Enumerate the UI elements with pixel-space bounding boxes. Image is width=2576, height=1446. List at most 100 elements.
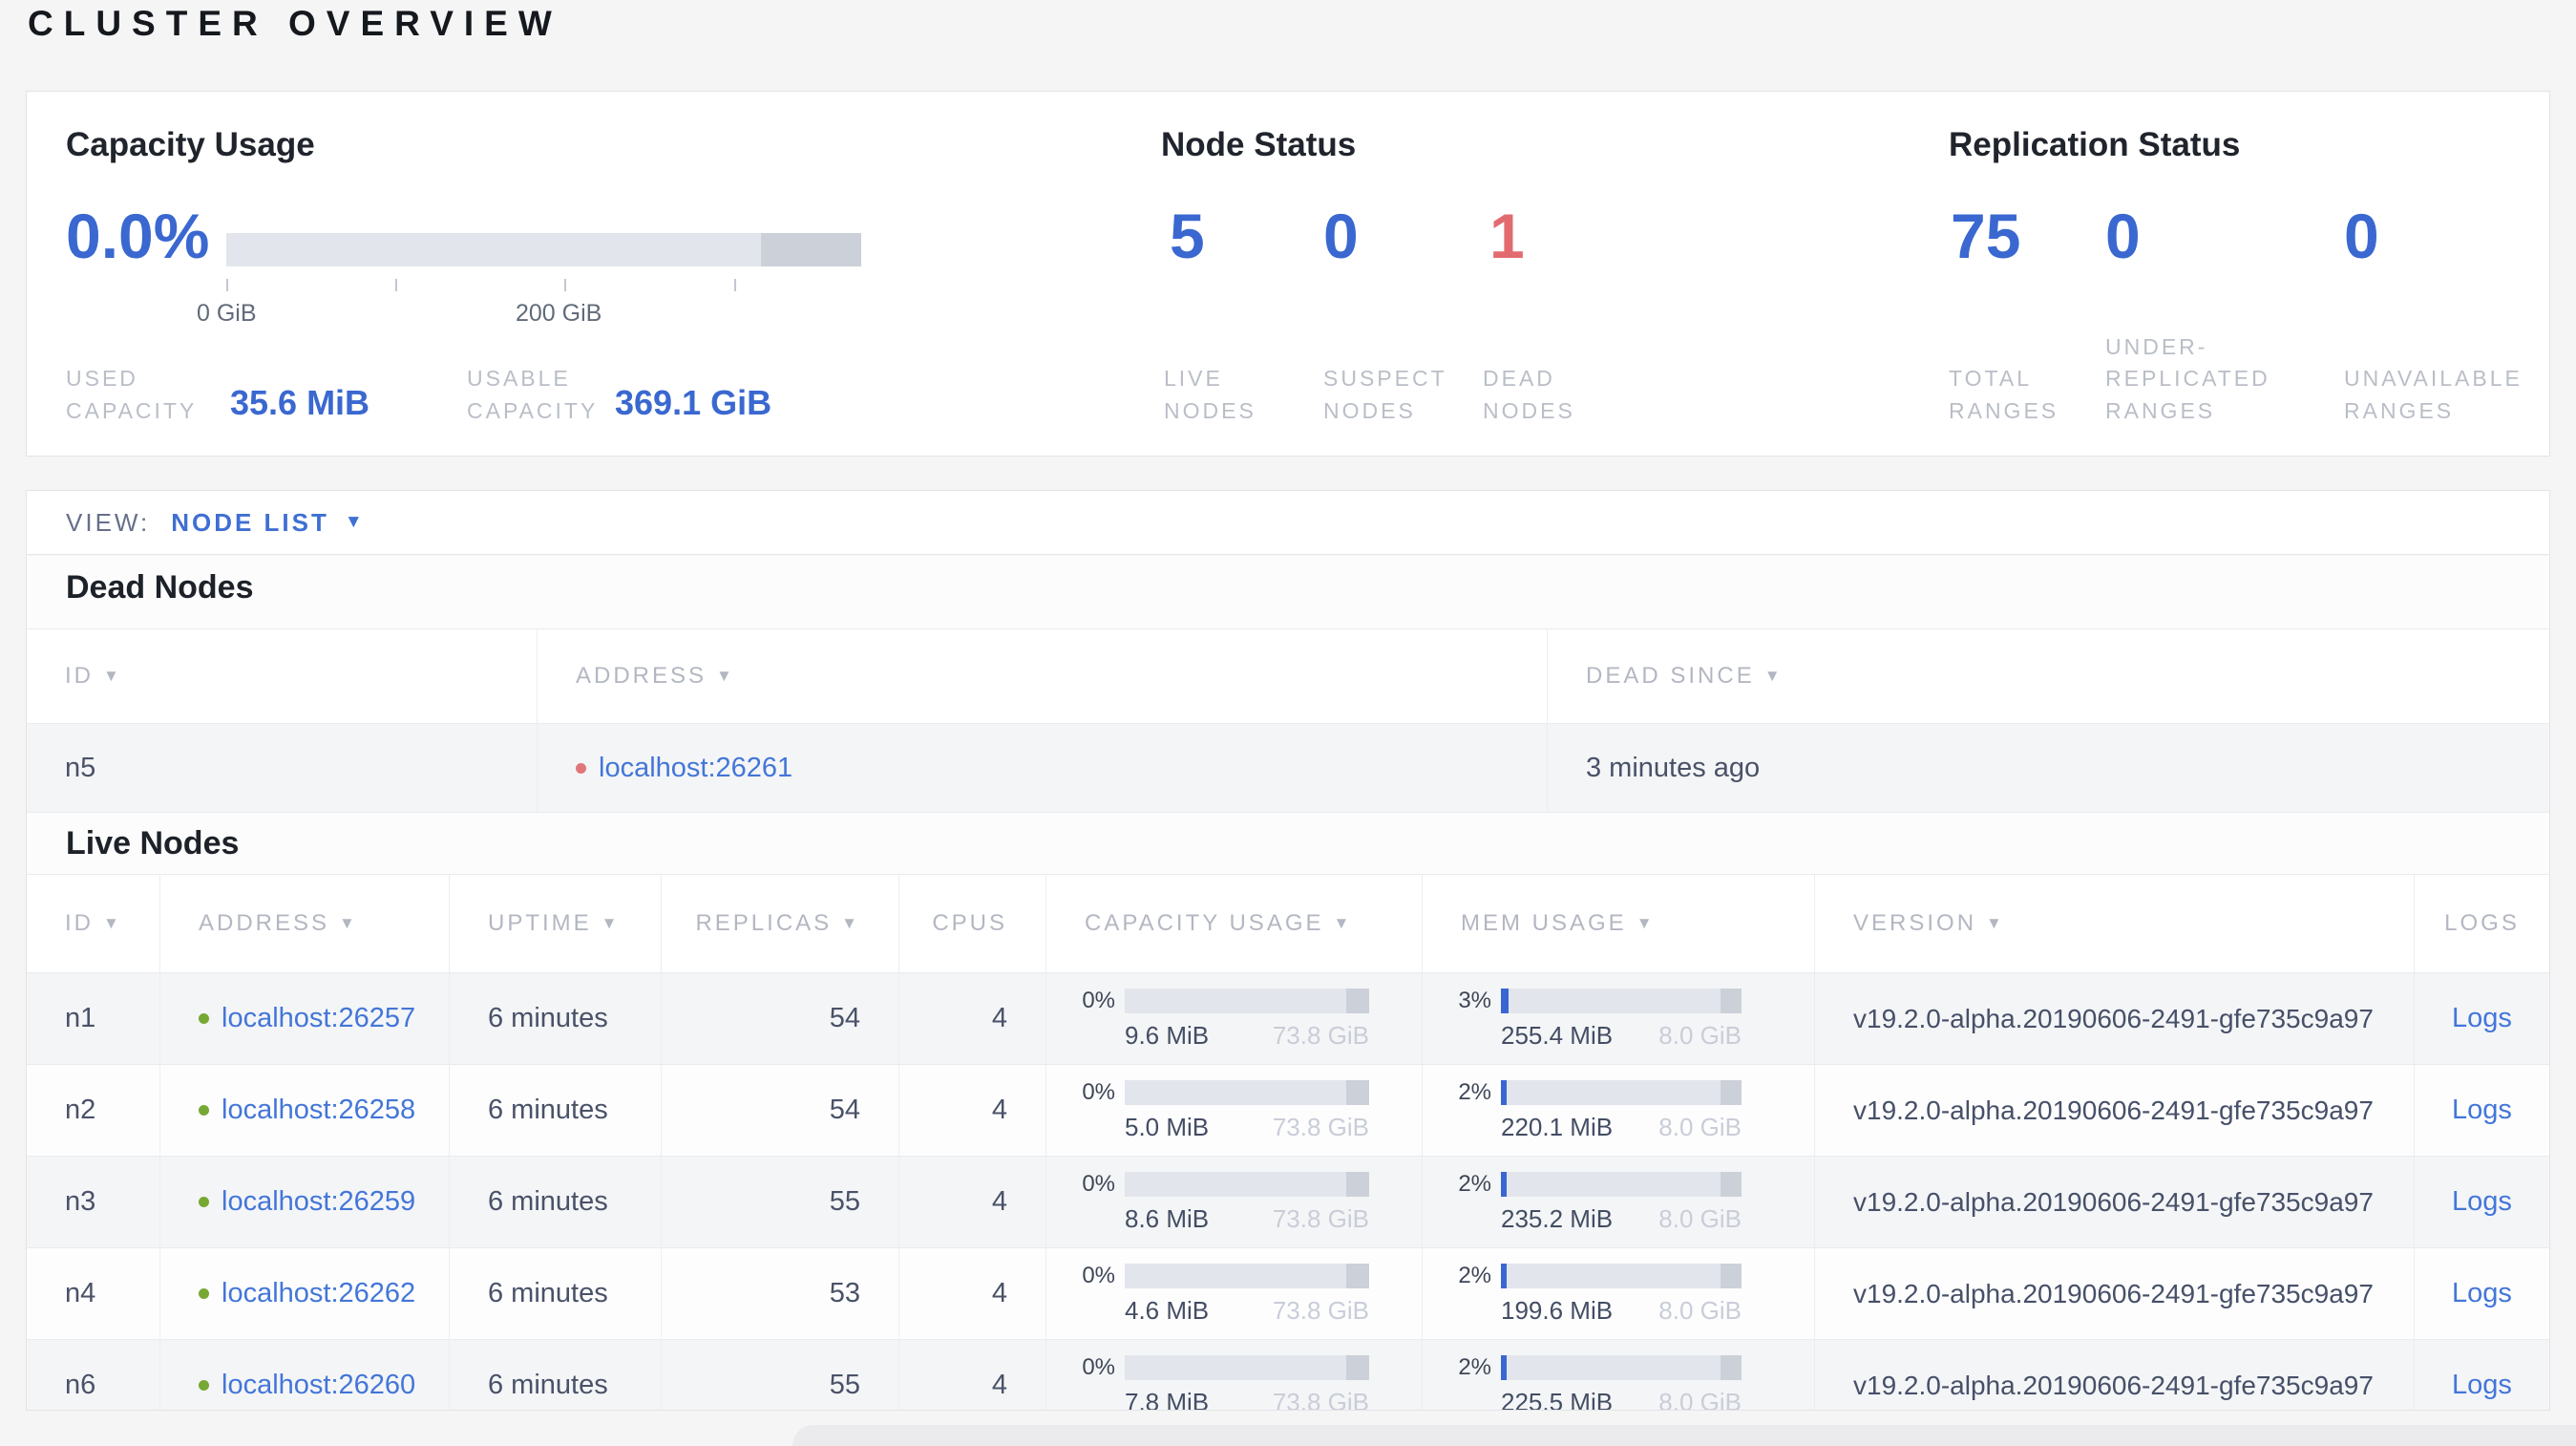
logs-link[interactable]: Logs [2452,1186,2512,1218]
node-address-link[interactable]: localhost:26258 [222,1095,415,1126]
unavailable-ranges-label: UNAVAILABLE RANGES [2344,366,2523,423]
usage-reserved-segment [1721,1171,1742,1197]
logs-link[interactable]: Logs [2452,1003,2512,1034]
node-address-cell: localhost:26257 [160,973,450,1065]
gauge-tick [395,279,397,291]
usage-values-row: 7.8 MiB 73.8 GiB [1125,1388,1369,1411]
replicas-cell: 55 [662,1340,899,1410]
column-header-logs: LOGS [2415,874,2549,973]
cluster-overview-page: CLUSTER OVERVIEW Capacity Usage 0.0% 0 G… [0,0,2576,1446]
usage-mem: 2% 199.6 MiB 8.0 GiB [1442,1263,1742,1326]
column-header-mem-usage[interactable]: MEM USAGE ▼ [1423,874,1815,973]
under-replicated-label: UNDER- REPLICATED RANGES [2105,333,2270,423]
usage-cap: 0% 8.6 MiB 73.8 GiB [1066,1171,1369,1234]
summary-panel: Capacity Usage 0.0% 0 GiB 200 GiB USED C… [26,91,2550,457]
column-header-label: UPTIME [488,910,592,936]
capacity-percent: 0.0% [66,201,210,271]
column-header-label: ADDRESS [576,663,707,689]
column-header-cpus: CPUS [899,874,1046,973]
sort-descending-icon: ▼ [103,914,122,932]
node-list-dropdown[interactable]: NODE LIST ▼ [171,508,365,538]
usage-values-row: 220.1 MiB 8.0 GiB [1501,1113,1742,1142]
usage-reserved-segment [1346,1079,1369,1105]
logs-cell: Logs [2415,1340,2549,1410]
sort-descending-icon: ▼ [1333,914,1353,932]
usage-cell-mem: 2% 220.1 MiB 8.0 GiB [1423,1065,1815,1157]
capacity-gauge-reserved-segment [761,233,861,266]
usage-values-row: 5.0 MiB 73.8 GiB [1125,1113,1369,1142]
usage-total-value: 73.8 GiB [1272,1020,1369,1050]
column-header-address[interactable]: ADDRESS ▼ [538,628,1548,724]
column-header-replicas[interactable]: REPLICAS ▼ [662,874,899,973]
dead-status-dot [576,762,586,774]
dead-nodes-table: ID ▼ ADDRESS ▼ DEAD SINCE ▼ n5 localhost:26261 3… [27,628,2549,813]
column-header-address[interactable]: ADDRESS ▼ [160,874,450,973]
column-header-label: CPUS [932,910,1007,936]
usage-percent: 0% [1082,1170,1115,1197]
gauge-tick [734,279,736,291]
uptime-cell: 6 minutes [450,1065,662,1157]
node-address-link[interactable]: localhost:26261 [599,753,792,784]
usage-values-row: 235.2 MiB 8.0 GiB [1501,1204,1742,1234]
logs-link[interactable]: Logs [2452,1278,2512,1309]
live-status-dot [199,1380,209,1391]
live-status-dot [199,1288,209,1299]
dead-nodes-heading: Dead Nodes [66,569,254,606]
usage-used-value: 4.6 MiB [1125,1295,1210,1325]
under-replicated-count: 0 [2105,201,2141,271]
usage-percent: 0% [1082,1078,1115,1105]
usage-used-value: 199.6 MiB [1501,1295,1614,1325]
usable-capacity-label: USABLE CAPACITY [467,366,599,423]
usage-cap: 0% 5.0 MiB 73.8 GiB [1066,1079,1369,1142]
usage-fill-segment [1501,1079,1507,1105]
column-header-version[interactable]: VERSION ▼ [1815,874,2415,973]
column-header-id[interactable]: ID ▼ [27,874,160,973]
usage-bar [1125,1171,1369,1197]
chevron-down-icon: ▼ [344,512,366,532]
node-address-link[interactable]: localhost:26257 [222,1003,415,1034]
uptime-cell: 6 minutes [450,973,662,1065]
column-header-id[interactable]: ID ▼ [27,628,538,724]
gauge-tick-label-0: 0 GiB [197,300,257,327]
logs-cell: Logs [2415,1065,2549,1157]
node-address-link[interactable]: localhost:26262 [222,1278,415,1309]
column-header-dead-since[interactable]: DEAD SINCE ▼ [1548,628,2549,724]
version-value: v19.2.0-alpha.20190606-2491-gfe735c9a97 [1853,1186,2374,1217]
usage-cell-mem: 2% 225.5 MiB 8.0 GiB [1423,1340,1815,1411]
usage-bar-row: 0% [1066,1171,1369,1198]
usage-total-value: 8.0 GiB [1658,1203,1742,1233]
usage-percent: 0% [1082,987,1115,1013]
column-header-label: ID [65,663,94,689]
column-header-capacity-usage[interactable]: CAPACITY USAGE ▼ [1046,874,1423,973]
logs-link[interactable]: Logs [2452,1095,2512,1126]
usage-total-value: 73.8 GiB [1272,1295,1369,1325]
usage-used-value: 255.4 MiB [1501,1020,1614,1050]
cpus-cell: 4 [899,1340,1046,1410]
column-header-label: MEM USAGE [1461,910,1627,936]
usage-cell-cap: 0% 9.6 MiB 73.8 GiB [1046,973,1423,1065]
column-header-label: VERSION [1853,910,1977,936]
column-header-label: DEAD SINCE [1586,663,1755,689]
usage-cap: 0% 4.6 MiB 73.8 GiB [1066,1263,1369,1326]
column-header-label: ADDRESS [199,910,330,936]
logs-cell: Logs [2415,973,2549,1065]
usage-values-row: 9.6 MiB 73.8 GiB [1125,1021,1369,1051]
column-header-label: REPLICAS [695,910,833,936]
usage-cell-cap: 0% 4.6 MiB 73.8 GiB [1046,1248,1423,1340]
logs-link[interactable]: Logs [2452,1370,2512,1401]
usage-used-value: 5.0 MiB [1125,1112,1210,1141]
usage-used-value: 225.5 MiB [1501,1387,1614,1411]
column-header-label: CAPACITY USAGE [1085,910,1324,936]
usage-mem: 2% 220.1 MiB 8.0 GiB [1442,1079,1742,1142]
logs-cell: Logs [2415,1157,2549,1248]
usage-fill-segment [1501,1171,1507,1197]
column-header-uptime[interactable]: UPTIME ▼ [450,874,662,973]
column-header-label: LOGS [2444,910,2520,936]
usage-used-value: 220.1 MiB [1501,1112,1614,1141]
usage-cell-mem: 2% 235.2 MiB 8.0 GiB [1423,1157,1815,1248]
node-address-link[interactable]: localhost:26259 [222,1186,415,1218]
version-cell: v19.2.0-alpha.20190606-2491-gfe735c9a97 [1815,1065,2415,1157]
usage-cell-cap: 0% 8.6 MiB 73.8 GiB [1046,1157,1423,1248]
node-address-link[interactable]: localhost:26260 [222,1370,415,1401]
usage-total-value: 8.0 GiB [1658,1020,1742,1050]
